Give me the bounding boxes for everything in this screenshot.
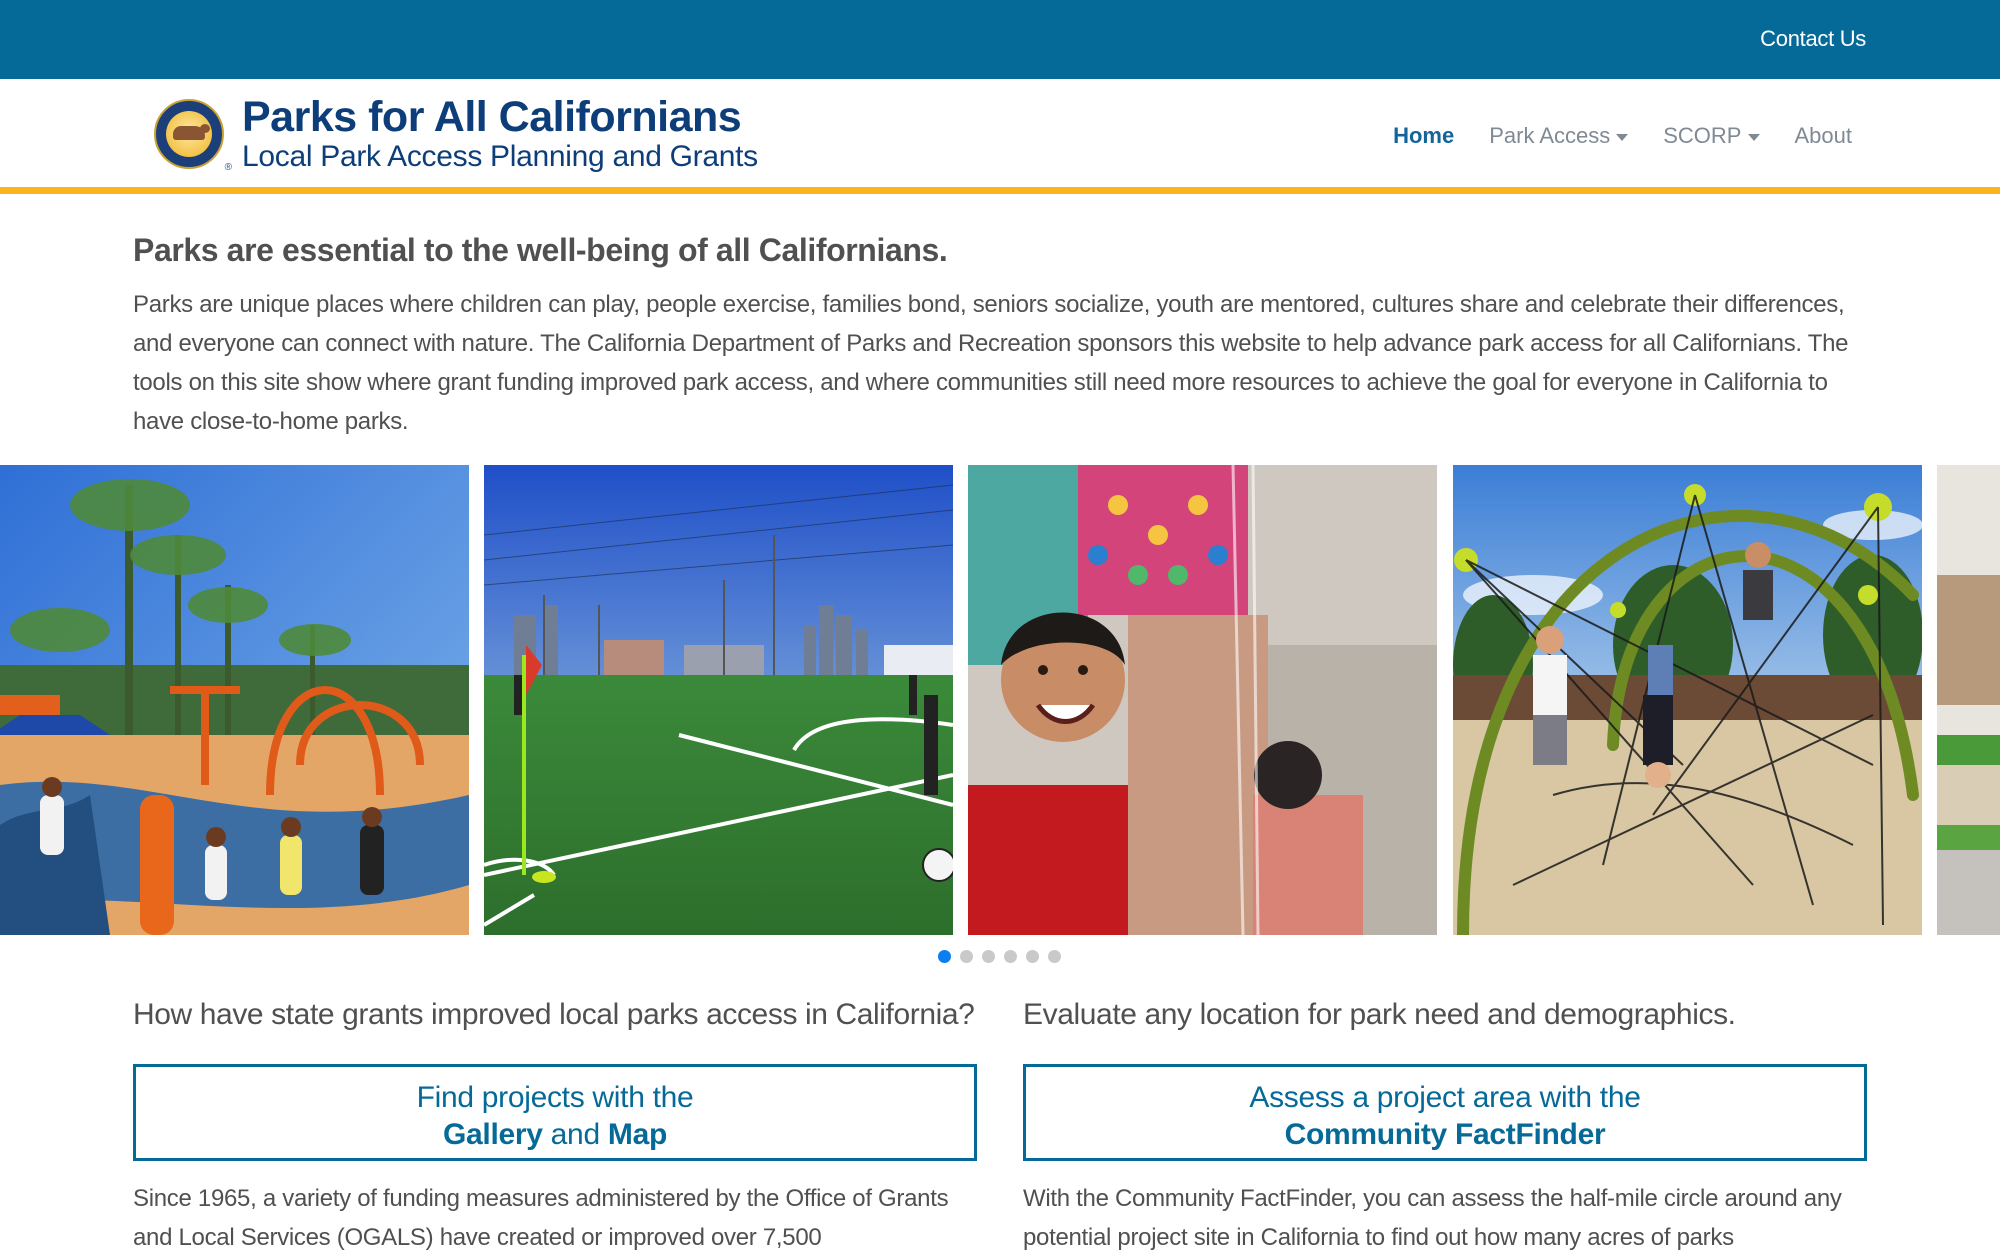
site-header: ® Parks for All Californians Local Park … <box>0 79 2000 194</box>
soccer-field-skyline-photo <box>484 465 953 935</box>
carousel-slide-playground[interactable] <box>0 465 469 935</box>
carousel-slide-climbing[interactable] <box>1453 465 1922 935</box>
factfinder-cta-line1: Assess a project area with the <box>1249 1081 1641 1114</box>
playground-palm-trees-photo <box>0 465 469 935</box>
bear-icon <box>173 124 210 140</box>
carousel-dot-6[interactable] <box>1048 950 1061 963</box>
caret-down-icon <box>1616 133 1629 141</box>
nav-park-access-label: Park Access <box>1489 123 1611 148</box>
site-subtitle: Local Park Access Planning and Grants <box>242 140 758 173</box>
carousel-dot-4[interactable] <box>1004 950 1017 963</box>
factfinder-body: With the Community FactFinder, you can a… <box>1023 1185 1842 1251</box>
carousel-dot-1[interactable] <box>938 950 951 963</box>
nav-scorp[interactable]: SCORP <box>1663 123 1760 149</box>
gallery-link-text: Gallery <box>443 1118 543 1151</box>
community-factfinder-button[interactable]: Assess a project area with the Community… <box>1023 1064 1867 1161</box>
gallery-cta-line1: Find projects with the <box>416 1081 694 1114</box>
nav-scorp-label: SCORP <box>1663 123 1742 148</box>
carousel-slide-house[interactable] <box>1937 465 2000 935</box>
carousel-dot-2[interactable] <box>960 950 973 963</box>
climbing-net-kids-photo <box>1453 465 1922 935</box>
main-nav: Home Park Access SCORP About <box>1393 123 1852 149</box>
carousel-slide-splash[interactable] <box>968 465 1437 935</box>
site-title: Parks for All Californians <box>242 93 742 141</box>
carousel-slide-soccer[interactable] <box>484 465 953 935</box>
contact-us-link[interactable]: Contact Us <box>1760 26 1866 52</box>
carousel-indicators <box>938 950 1061 963</box>
intro-heading: Parks are essential to the well-being of… <box>133 232 948 268</box>
gallery-cta-and: and <box>542 1118 608 1151</box>
factfinder-heading: Evaluate any location for park need and … <box>1023 998 1736 1031</box>
nav-home-label: Home <box>1393 123 1455 148</box>
factfinder-section: Evaluate any location for park need and … <box>1023 998 1867 1257</box>
california-state-parks-logo-icon: ® <box>152 97 232 173</box>
intro-section: Parks are essential to the well-being of… <box>133 232 1873 441</box>
gallery-and-map-button[interactable]: Find projects with the Gallery and Map <box>133 1064 977 1161</box>
map-link-text: Map <box>607 1118 667 1151</box>
house-lawn-photo <box>1937 465 2000 935</box>
top-utility-bar: Contact Us <box>0 0 2000 79</box>
grants-section: How have state grants improved local par… <box>133 998 977 1257</box>
splash-pad-child-photo <box>968 465 1437 935</box>
photo-carousel[interactable] <box>0 465 2000 935</box>
nav-about-label: About <box>1794 123 1853 148</box>
intro-body: Parks are unique places where children c… <box>133 291 1849 435</box>
grants-body: Since 1965, a variety of funding measure… <box>133 1185 949 1251</box>
grants-heading: How have state grants improved local par… <box>133 998 975 1031</box>
brand[interactable]: ® Parks for All Californians Local Park … <box>152 93 758 173</box>
caret-down-icon <box>1747 133 1760 141</box>
nav-park-access[interactable]: Park Access <box>1489 123 1629 149</box>
nav-home[interactable]: Home <box>1393 123 1454 149</box>
carousel-dot-3[interactable] <box>982 950 995 963</box>
registered-mark: ® <box>224 162 232 173</box>
factfinder-link-text: Community FactFinder <box>1284 1118 1606 1151</box>
carousel-dot-5[interactable] <box>1026 950 1039 963</box>
nav-about[interactable]: About <box>1795 123 1853 149</box>
